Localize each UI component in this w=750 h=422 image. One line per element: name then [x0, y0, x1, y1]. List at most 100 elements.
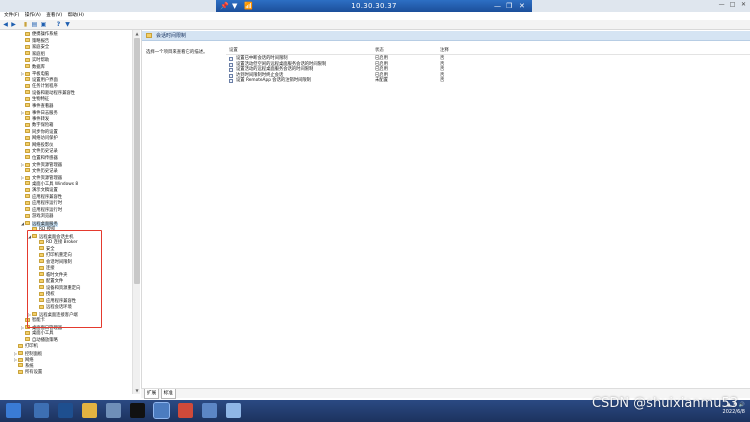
column-comment[interactable]: 注释	[440, 47, 449, 55]
tree-node-label: 策略报告	[32, 38, 50, 44]
tree-scrollbar[interactable]: ▲ ▼	[132, 30, 140, 394]
mmc-icon[interactable]	[202, 403, 217, 418]
folder-icon	[25, 51, 30, 55]
folder-icon	[25, 187, 30, 192]
tree-node-label: 桌面小工具	[32, 331, 54, 336]
close-icon[interactable]: ✕	[739, 1, 748, 8]
folder-icon	[18, 363, 23, 367]
tree-node-label: 网络投影仪	[32, 142, 54, 148]
folder-icon	[25, 221, 30, 225]
folder-icon	[25, 194, 30, 198]
tree-node[interactable]: 所有设置	[13, 369, 42, 376]
server-manager-icon[interactable]	[34, 403, 49, 418]
folder-icon	[25, 71, 30, 76]
tree-node-label: 自动播放策略	[32, 337, 58, 343]
folder-icon	[25, 168, 30, 172]
tree-node-label: 数据库	[32, 64, 45, 70]
folder-icon	[25, 162, 30, 167]
folder-icon	[25, 122, 30, 127]
setting-state: 未配置	[375, 78, 388, 84]
tree-node-label: 所有设置	[25, 370, 43, 375]
folder-icon	[25, 155, 30, 159]
menu-view[interactable]: 查看(V)	[46, 13, 62, 18]
up-folder-icon[interactable]: ▮	[22, 21, 29, 28]
tab-extended[interactable]: 扩展	[144, 389, 160, 399]
folder-icon	[25, 83, 30, 88]
restore-remote-icon[interactable]: ❐	[506, 0, 512, 12]
tree-node-label: 设置用户界面	[32, 77, 58, 83]
window-controls: — □ ✕	[717, 1, 748, 8]
menu-help[interactable]: 帮助(H)	[68, 13, 84, 18]
menu-action[interactable]: 操作(A)	[25, 13, 41, 18]
scroll-up-icon[interactable]: ▲	[133, 30, 141, 37]
tree-node-label: 实时帮助	[32, 58, 50, 63]
remote-session-bar: 📌 ▼ 📶 10.30.30.37 — ❐ ✕ — □ ✕	[0, 0, 750, 12]
pane-header: 会话时间限制	[142, 31, 750, 41]
task-manager-icon[interactable]	[106, 403, 121, 418]
folder-icon	[18, 351, 23, 355]
tree-node-label: 数字保险箱	[32, 123, 54, 128]
folder-icon	[25, 90, 30, 94]
tree-node-label: 应用程序运行时	[32, 207, 63, 213]
folder-icon	[25, 110, 30, 115]
properties-icon[interactable]: ▣	[40, 21, 47, 28]
settings-pane: 会话时间限制 选择一个项目来查看它的描述。 设置 状态 注释 设置已中断会话的时…	[141, 30, 750, 398]
remote-address: 10.30.30.37	[351, 2, 397, 10]
pane-title: 会话时间限制	[156, 33, 187, 39]
menu-bar: 文件(F) 操作(A) 查看(V) 帮助(H)	[0, 12, 750, 20]
tree-node-label: 系统	[25, 363, 34, 369]
folder-icon	[25, 175, 30, 180]
minimize-icon[interactable]: —	[717, 1, 726, 8]
tree-node-label: 位置和传感器	[32, 155, 58, 161]
folder-icon	[25, 213, 30, 218]
policy-tree: 便携操作系统 策略报告 家庭安全 家庭组 实时帮助 数据库 ▷ 平板电脑 设置用户界面 任务计划程…	[0, 30, 132, 398]
tree-node-label: 应用程序兼容性	[32, 194, 63, 200]
tree-node-label: 生物特征	[32, 97, 50, 102]
folder-icon	[25, 207, 30, 211]
folder-icon	[146, 33, 152, 38]
start-icon[interactable]	[6, 403, 21, 418]
tree-node-label: 演示文稿设置	[32, 188, 58, 193]
folder-icon	[25, 142, 30, 146]
chrome-icon[interactable]	[178, 403, 193, 418]
folder-icon	[25, 135, 30, 140]
tree-node-label: 打印机	[25, 344, 38, 349]
folder-icon	[25, 129, 30, 133]
menu-file[interactable]: 文件(F)	[4, 13, 19, 18]
folder-icon	[25, 38, 30, 42]
scroll-down-icon[interactable]: ▼	[133, 387, 141, 394]
notepad-icon[interactable]	[226, 403, 241, 418]
watermark: CSDN @shuixianmu53	[591, 396, 738, 411]
tree-node-label: 游戏浏览器	[32, 214, 54, 219]
folder-icon	[25, 96, 30, 101]
highlight-box	[27, 230, 102, 328]
column-headers: 设置 状态 注释	[226, 47, 750, 55]
folder-icon	[25, 31, 30, 36]
column-setting[interactable]: 设置	[229, 47, 238, 55]
remote-connection-bar[interactable]: 📌 ▼ 📶 10.30.30.37 — ❐ ✕	[216, 0, 532, 12]
tab-standard[interactable]: 标准	[160, 389, 176, 399]
folder-icon	[18, 357, 23, 362]
policy-setting-icon	[229, 73, 233, 78]
folder-icon	[25, 337, 30, 341]
maximize-icon[interactable]: □	[728, 1, 737, 8]
column-state[interactable]: 状态	[375, 47, 384, 55]
folder-icon	[18, 369, 23, 374]
folder-icon	[25, 330, 30, 335]
folder-icon	[25, 200, 30, 205]
filter-icon[interactable]: ▼	[64, 21, 71, 28]
forward-arrow-icon[interactable]: ▶	[10, 21, 17, 28]
close-remote-icon[interactable]: ✕	[519, 0, 525, 12]
scroll-thumb[interactable]	[134, 38, 140, 284]
file-explorer-icon[interactable]	[82, 403, 97, 418]
folder-icon	[25, 77, 30, 81]
help-icon[interactable]: ?	[55, 21, 62, 28]
setting-row[interactable]: 设置 RemoteApp 会话的注销时间限制 未配置 否	[226, 78, 606, 84]
group-policy-editor-icon[interactable]	[153, 402, 170, 419]
back-arrow-icon[interactable]: ◀	[2, 21, 9, 28]
powershell-icon[interactable]	[58, 403, 73, 418]
cmd-icon[interactable]	[130, 403, 145, 418]
tree-node-label: 事件转发	[32, 116, 50, 122]
show-hide-tree-icon[interactable]: ▤	[31, 21, 38, 28]
minimize-remote-icon[interactable]: —	[494, 0, 501, 12]
